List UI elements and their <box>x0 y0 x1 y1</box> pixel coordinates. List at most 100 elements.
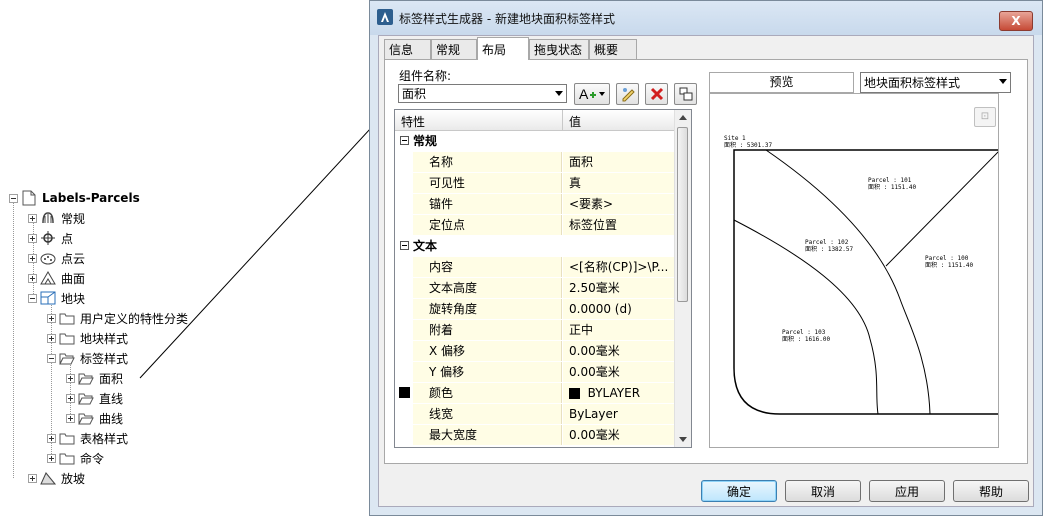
property-value[interactable]: 2.50毫米 <box>563 278 674 298</box>
scroll-down-icon[interactable] <box>679 437 687 442</box>
col-header-property: 特性 <box>401 115 426 129</box>
scroll-thumb[interactable] <box>677 127 688 302</box>
close-icon: X <box>1011 14 1021 28</box>
tab-summary[interactable]: 概要 <box>589 39 637 59</box>
property-row-attachment[interactable]: 附着 正中 <box>395 320 674 341</box>
preview-pane[interactable]: ⊡ Site 1 面积 : 5301.37 Parcel : 101 面积 : … <box>709 93 999 448</box>
category-label: 文本 <box>413 239 438 253</box>
preview-drawing: Site 1 面积 : 5301.37 Parcel : 101 面积 : 11… <box>724 135 998 415</box>
preview-label: 预览 <box>709 72 854 93</box>
property-value[interactable]: 0.0000 (d) <box>563 299 674 319</box>
property-row-y-offset[interactable]: Y 偏移 0.00毫米 <box>395 362 674 383</box>
property-value[interactable]: <[名称(CP)]>\P... <box>563 257 674 277</box>
collapse-icon[interactable] <box>400 136 409 145</box>
apply-button[interactable]: 应用 <box>869 480 945 502</box>
preview-label-area: 面积 : 1151.40 <box>868 183 917 191</box>
property-value[interactable]: <要素> <box>563 194 674 214</box>
help-label: 帮助 <box>978 484 1003 499</box>
component-name-select[interactable]: 面积 <box>398 84 567 103</box>
property-value[interactable]: 0.00毫米 <box>563 341 674 361</box>
close-button[interactable]: X <box>999 11 1033 31</box>
svg-text:A: A <box>579 86 589 102</box>
property-value[interactable]: 正中 <box>563 320 674 340</box>
delete-component-button[interactable] <box>645 83 668 105</box>
copy-component-button[interactable] <box>616 83 639 105</box>
grid-scrollbar[interactable] <box>674 110 691 447</box>
chevron-down-icon <box>999 79 1007 84</box>
tab-label: 拖曳状态 <box>534 43 583 57</box>
dialog-client: 信息 常规 布局 拖曳状态 概要 组件名称: 面积 A 特性 值 常规 名称 面… <box>378 35 1034 507</box>
category-general[interactable]: 常规 <box>395 131 674 152</box>
preview-label-title: Parcel : 102 <box>805 239 849 246</box>
component-name-value: 面积 <box>402 87 427 101</box>
property-name: 内容 <box>413 257 562 277</box>
property-row-name[interactable]: 名称 面积 <box>395 152 674 173</box>
tab-layout[interactable]: 布局 <box>477 37 529 60</box>
property-value[interactable]: 面积 <box>563 152 674 172</box>
property-row-anchor[interactable]: 锚件 <要素> <box>395 194 674 215</box>
help-button[interactable]: 帮助 <box>953 480 1029 502</box>
property-name: 锚件 <box>413 194 562 214</box>
property-row-lineweight[interactable]: 线宽 ByLayer <box>395 404 674 425</box>
preview-label-area: 面积 : 1382.57 <box>805 245 854 253</box>
property-name: 定位点 <box>413 215 562 235</box>
label-style-composer-dialog: 标签样式生成器 - 新建地块面积标签样式 X 信息 常规 布局 拖曳状态 概要 … <box>369 0 1043 516</box>
color-value: BYLAYER <box>587 386 641 400</box>
apply-label: 应用 <box>894 484 919 499</box>
tab-label: 布局 <box>482 42 507 57</box>
property-value[interactable]: 真 <box>563 173 674 193</box>
property-name: 可见性 <box>413 173 562 193</box>
property-row-visibility[interactable]: 可见性 真 <box>395 173 674 194</box>
ok-label: 确定 <box>726 484 751 499</box>
property-grid[interactable]: 特性 值 常规 名称 面积 可见性 真 锚件 <要素> 定位点 标签位置 文本 … <box>394 109 692 448</box>
property-row-text-height[interactable]: 文本高度 2.50毫米 <box>395 278 674 299</box>
dialog-title: 标签样式生成器 - 新建地块面积标签样式 <box>399 12 615 26</box>
ok-button[interactable]: 确定 <box>701 480 777 502</box>
color-swatch <box>399 387 410 398</box>
col-header-value: 值 <box>569 115 582 129</box>
preview-label-title: Parcel : 103 <box>782 329 826 336</box>
grid-header: 特性 值 <box>395 110 674 131</box>
scroll-up-icon[interactable] <box>679 115 687 120</box>
tab-label: 概要 <box>594 43 619 57</box>
property-row-x-offset[interactable]: X 偏移 0.00毫米 <box>395 341 674 362</box>
preview-label-title: Parcel : 101 <box>868 177 912 184</box>
property-name: 最大宽度 <box>413 425 562 445</box>
property-name: X 偏移 <box>413 341 562 361</box>
component-name-label: 组件名称: <box>399 69 452 83</box>
property-value[interactable]: 0.00毫米 <box>563 362 674 382</box>
category-label: 常规 <box>413 134 438 148</box>
color-swatch <box>569 388 580 399</box>
collapse-icon[interactable] <box>400 241 409 250</box>
property-row-contents[interactable]: 内容 <[名称(CP)]>\P... <box>395 257 674 278</box>
category-text[interactable]: 文本 <box>395 236 674 257</box>
preview-style-select[interactable]: 地块面积标签样式 <box>860 72 1011 93</box>
property-value[interactable]: BYLAYER <box>563 383 674 403</box>
property-name: Y 偏移 <box>413 362 562 382</box>
property-row-max-width[interactable]: 最大宽度 0.00毫米 <box>395 425 674 446</box>
add-component-button[interactable]: A <box>574 83 610 105</box>
preview-style-value: 地块面积标签样式 <box>864 76 961 90</box>
draw-order-icon <box>679 87 692 101</box>
tab-dragged-state[interactable]: 拖曳状态 <box>529 39 589 59</box>
preview-label-area: 面积 : 5301.37 <box>724 141 773 149</box>
property-name: 线宽 <box>413 404 562 424</box>
chevron-down-icon <box>555 91 563 96</box>
tab-general[interactable]: 常规 <box>431 39 477 59</box>
property-value[interactable]: 0.00毫米 <box>563 425 674 445</box>
property-value[interactable]: ByLayer <box>563 404 674 424</box>
component-draw-order-button[interactable] <box>674 83 697 105</box>
tab-info[interactable]: 信息 <box>384 39 431 59</box>
title-bar: 标签样式生成器 - 新建地块面积标签样式 X <box>370 1 1042 35</box>
cancel-button[interactable]: 取消 <box>785 480 861 502</box>
preview-label-title: Site 1 <box>724 135 746 142</box>
property-row-color[interactable]: 颜色 BYLAYER <box>395 383 674 404</box>
property-name: 旋转角度 <box>413 299 562 319</box>
property-value[interactable]: 标签位置 <box>563 215 674 235</box>
property-row-anchor-point[interactable]: 定位点 标签位置 <box>395 215 674 236</box>
copy-component-icon <box>622 88 635 102</box>
property-row-rotation[interactable]: 旋转角度 0.0000 (d) <box>395 299 674 320</box>
text-add-icon: A <box>579 86 605 102</box>
property-name: 文本高度 <box>413 278 562 298</box>
parcel-line <box>885 151 998 267</box>
